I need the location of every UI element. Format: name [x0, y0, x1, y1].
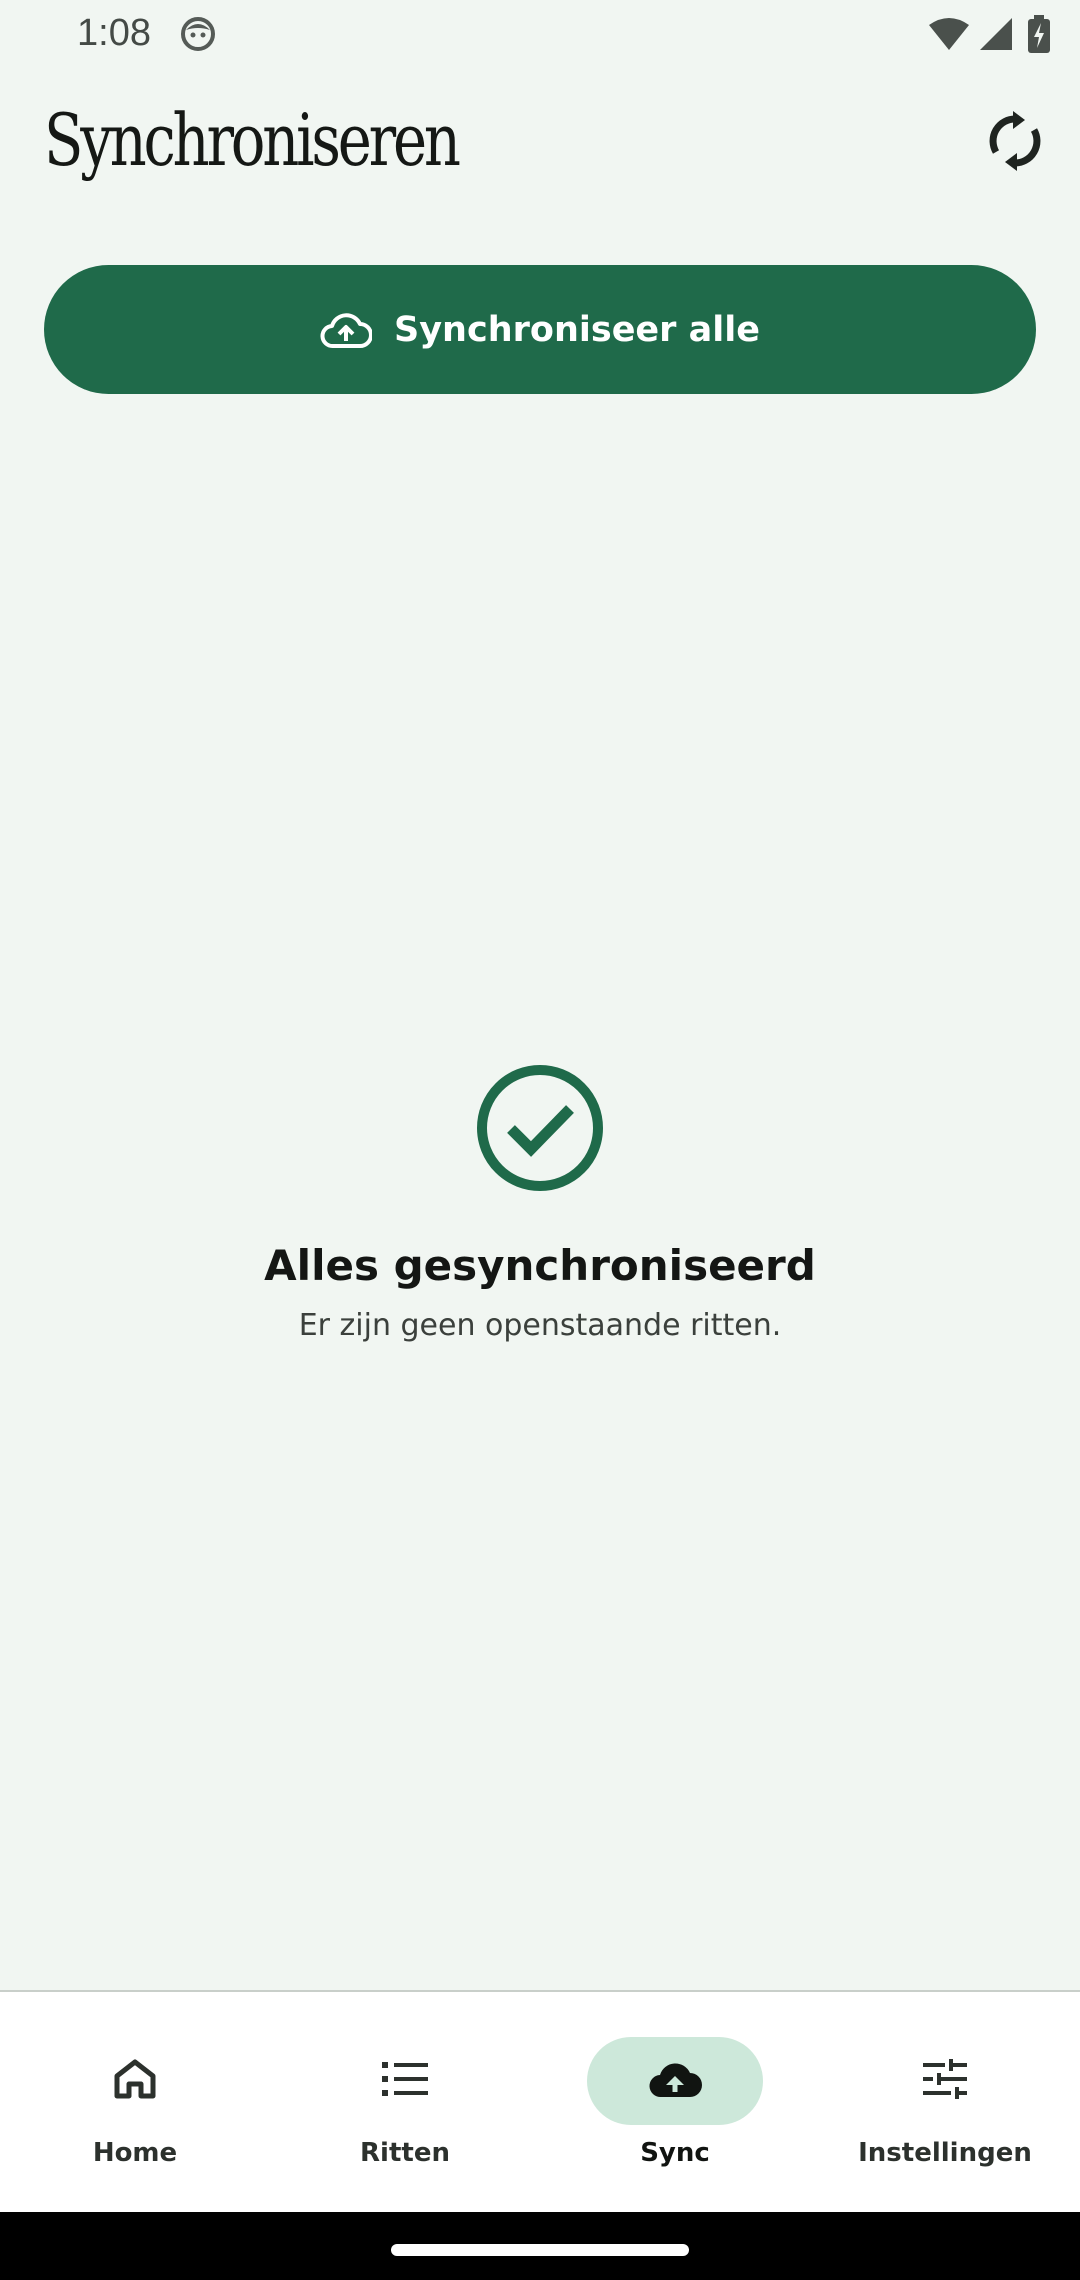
home-icon: [113, 2058, 157, 2104]
check-circle-icon: [475, 1063, 605, 1193]
empty-state-subtitle: Er zijn geen openstaande ritten.: [298, 1308, 782, 1343]
sync-all-label: Synchroniseer alle: [394, 309, 760, 350]
home-indicator[interactable]: [391, 2244, 689, 2256]
signal-icon: [978, 16, 1014, 52]
page-title: Synchroniseren: [44, 98, 461, 182]
empty-state-title: Alles gesynchroniseerd: [264, 1241, 816, 1290]
nav-icon-container: [317, 2037, 493, 2125]
bottom-navigation: Home Ritten Sync Instellingen: [0, 1990, 1080, 2212]
nav-active-indicator: [587, 2037, 763, 2125]
wifi-icon: [928, 17, 970, 51]
empty-state: Alles gesynchroniseerd Er zijn geen open…: [0, 1063, 1080, 1343]
nav-icon-container: [47, 2037, 223, 2125]
nav-label-ritten: Ritten: [360, 2138, 450, 2168]
nav-label-sync: Sync: [640, 2138, 710, 2168]
status-bar: 1:08: [0, 0, 1080, 70]
cloud-upload-icon: [647, 2059, 703, 2103]
notification-face-icon: [180, 16, 216, 52]
sync-all-button[interactable]: Synchroniseer alle: [44, 265, 1036, 394]
refresh-icon: [987, 111, 1043, 175]
nav-item-home[interactable]: Home: [0, 1992, 270, 2212]
tune-icon: [923, 2057, 967, 2105]
list-icon: [382, 2059, 428, 2103]
nav-label-instellingen: Instellingen: [858, 2138, 1032, 2168]
cloud-upload-icon: [320, 310, 373, 350]
nav-icon-container: [857, 2037, 1033, 2125]
status-time: 1:08: [77, 12, 151, 54]
nav-item-ritten[interactable]: Ritten: [270, 1992, 540, 2212]
nav-item-sync[interactable]: Sync: [540, 1992, 810, 2212]
refresh-button[interactable]: [980, 108, 1050, 178]
system-navigation-bar: [0, 2212, 1080, 2280]
battery-icon: [1028, 15, 1050, 53]
nav-item-instellingen[interactable]: Instellingen: [810, 1992, 1080, 2212]
nav-label-home: Home: [92, 2138, 178, 2168]
status-icons: [928, 14, 1050, 54]
